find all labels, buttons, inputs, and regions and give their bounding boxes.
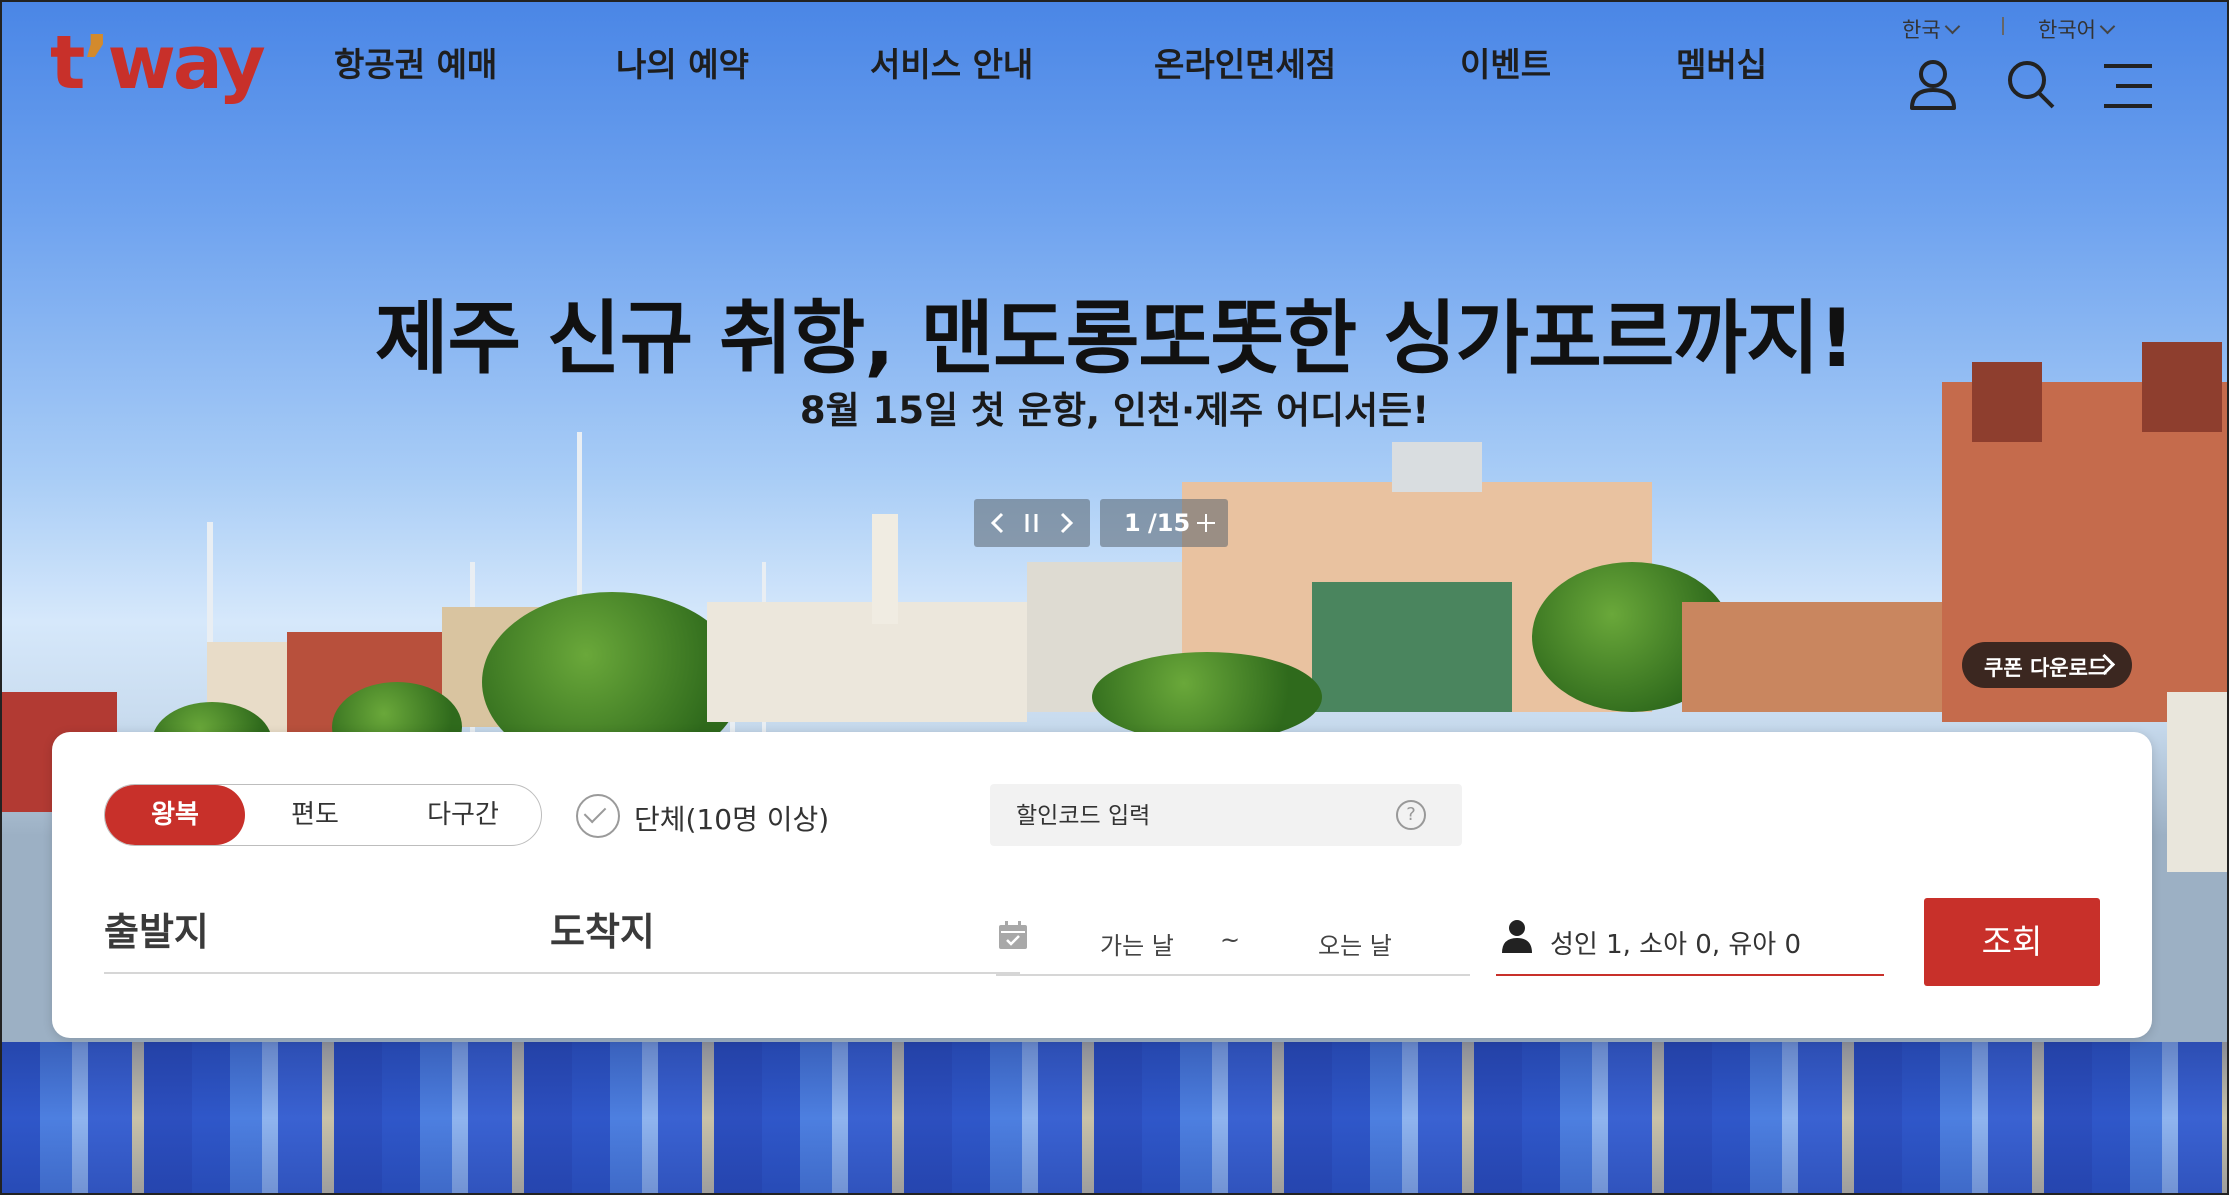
origin-input[interactable] [104, 902, 574, 962]
plus-icon[interactable] [1196, 513, 1216, 533]
user-icon[interactable] [1906, 56, 1960, 116]
person-icon [1502, 920, 1532, 953]
tab-one-way[interactable]: 편도 [245, 785, 385, 845]
group-booking-checkbox[interactable] [576, 794, 620, 838]
promo-code-input[interactable] [990, 784, 1418, 848]
help-icon[interactable]: ? [1396, 800, 1426, 830]
nav-item-booking[interactable]: 항공권 예매 [334, 38, 497, 86]
chevron-down-icon [2099, 18, 2116, 35]
tab-multi-city[interactable]: 다구간 [385, 785, 541, 845]
slide-counter: 1 /15 [1100, 499, 1228, 547]
depart-date[interactable]: 가는 날 [1100, 926, 1174, 961]
current-slide: 1 [1124, 509, 1141, 537]
nav-item-service-guide[interactable]: 서비스 안내 [870, 38, 1033, 86]
chevron-down-icon [1944, 18, 1960, 35]
banner-headline: 제주 신규 취항, 맨도롱또똣한 싱가포르까지! [374, 292, 1855, 385]
nav-item-membership[interactable]: 멤버십 [1676, 38, 1767, 86]
date-picker[interactable]: 가는 날 ~ 오는 날 [996, 900, 1470, 976]
booking-panel: 왕복 편도 다구간 단체(10명 이상) ? 가는 날 ~ 오는 날 [52, 732, 2152, 1038]
nav-item-event[interactable]: 이벤트 [1460, 38, 1551, 86]
language-label: 한국어 [2038, 18, 2096, 42]
destination-field [550, 902, 1020, 974]
origin-field [104, 902, 574, 974]
site-header: t’way 항공권 예매 나의 예약 서비스 안내 온라인면세점 이벤트 멤버십… [2, 2, 2227, 132]
tab-round-trip[interactable]: 왕복 [105, 785, 245, 845]
coupon-label: 쿠폰 다운로드 [1984, 656, 2108, 680]
total-slides: /15 [1148, 509, 1191, 537]
tway-logo[interactable]: t’way [50, 20, 266, 106]
menu-icon[interactable] [2102, 56, 2156, 116]
promo-code-box: ? [990, 784, 1462, 848]
slide-controls [974, 499, 1090, 547]
group-booking-label[interactable]: 단체(10명 이상) [634, 798, 829, 838]
pause-icon[interactable] [1025, 514, 1038, 532]
language-selector[interactable]: 한국어 [2038, 14, 2116, 44]
passenger-selector[interactable]: 성인 1, 소아 0, 유아 0 [1496, 900, 1884, 976]
prev-slide-icon[interactable] [990, 512, 1004, 534]
nav-item-duty-free[interactable]: 온라인면세점 [1154, 38, 1336, 86]
nav-item-my-reservation[interactable]: 나의 예약 [616, 38, 749, 86]
banner-subline: 8월 15일 첫 운항, 인천·제주 어디서든! [799, 389, 1430, 432]
date-separator: ~ [1220, 926, 1241, 954]
utility-divider [2002, 17, 2004, 35]
passenger-summary: 성인 1, 소아 0, 유아 0 [1550, 930, 1801, 960]
destination-input[interactable] [550, 902, 1020, 962]
trip-type-tabs: 왕복 편도 다구간 [104, 784, 542, 846]
search-button[interactable]: 조회 [1924, 898, 2100, 986]
search-icon[interactable] [2004, 56, 2058, 116]
coupon-download-button[interactable]: 쿠폰 다운로드 [1962, 642, 2132, 688]
region-selector[interactable]: 한국 [1902, 14, 1960, 44]
calendar-icon [999, 921, 1027, 949]
browser-viewport: t’way 항공권 예매 나의 예약 서비스 안내 온라인면세점 이벤트 멤버십… [0, 0, 2229, 1195]
return-date[interactable]: 오는 날 [1318, 926, 1392, 961]
region-label: 한국 [1902, 18, 1941, 42]
next-slide-icon[interactable] [1060, 512, 1074, 534]
